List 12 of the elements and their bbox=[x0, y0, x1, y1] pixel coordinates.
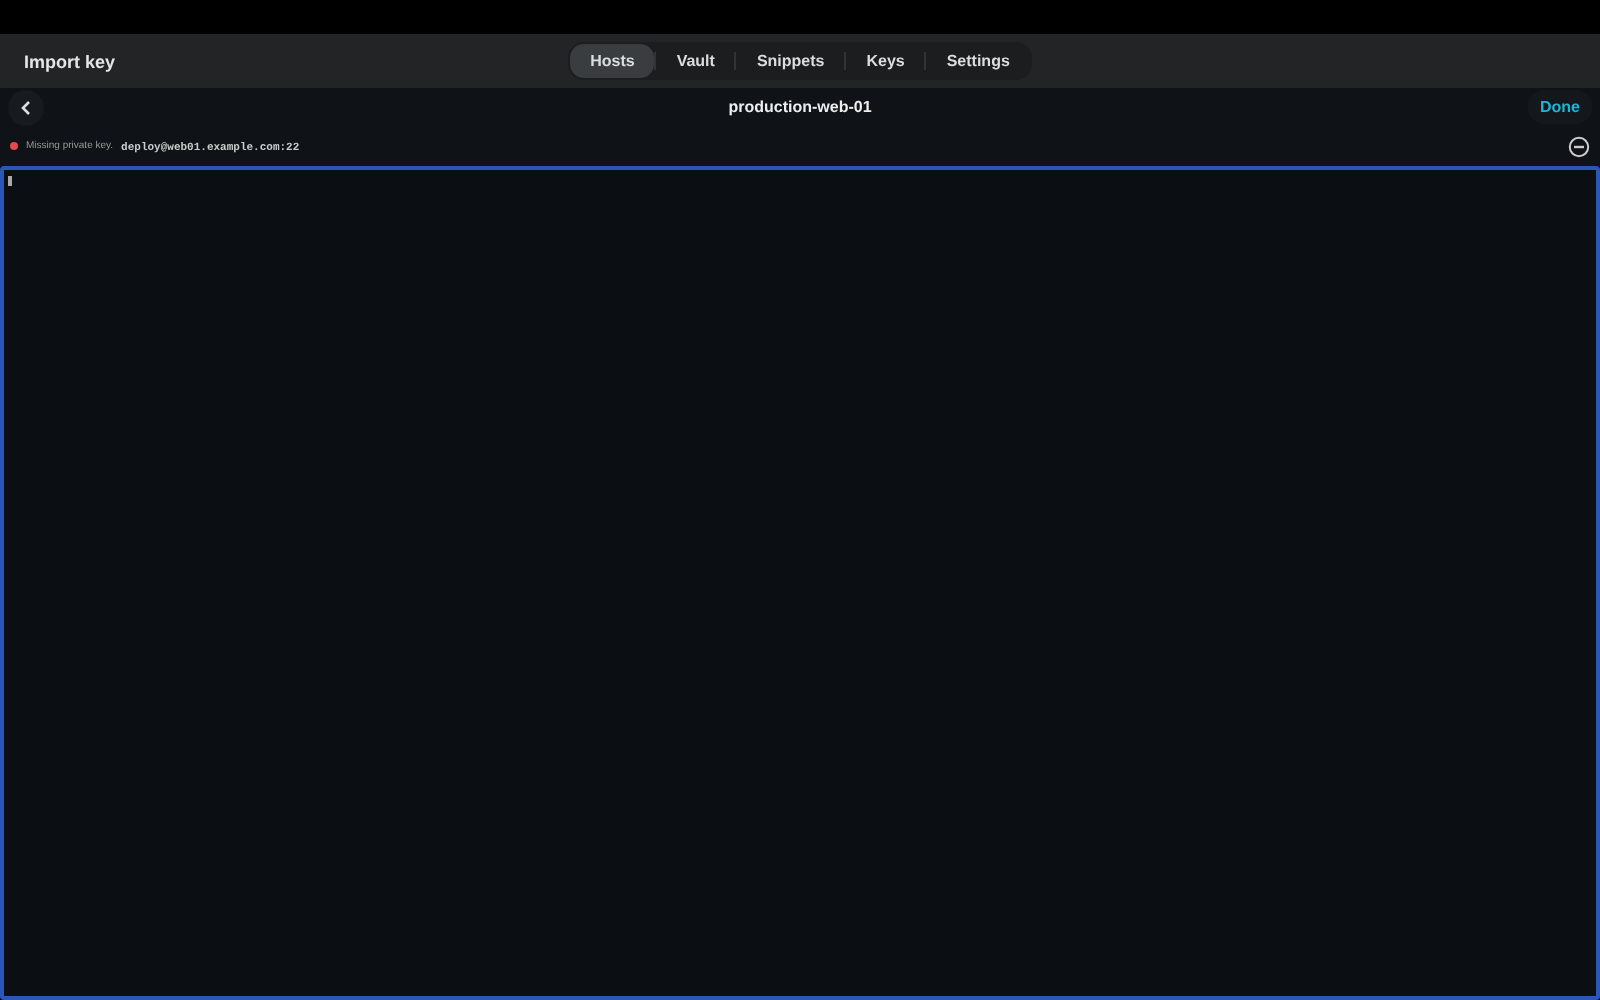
tab[interactable]: Settings bbox=[926, 44, 1030, 78]
tab[interactable]: Snippets bbox=[736, 44, 845, 78]
back-button[interactable] bbox=[8, 89, 44, 125]
text-cursor bbox=[8, 176, 12, 186]
chevron-left-icon bbox=[18, 99, 34, 115]
tab[interactable]: Vault bbox=[656, 44, 735, 78]
more-icon[interactable] bbox=[1568, 135, 1590, 157]
tab[interactable]: Hosts bbox=[570, 44, 655, 78]
window-title: Import key bbox=[24, 51, 118, 71]
done-button[interactable]: Done bbox=[1528, 90, 1592, 124]
host-title: production-web-01 bbox=[728, 98, 872, 116]
tab[interactable]: Keys bbox=[846, 44, 925, 78]
